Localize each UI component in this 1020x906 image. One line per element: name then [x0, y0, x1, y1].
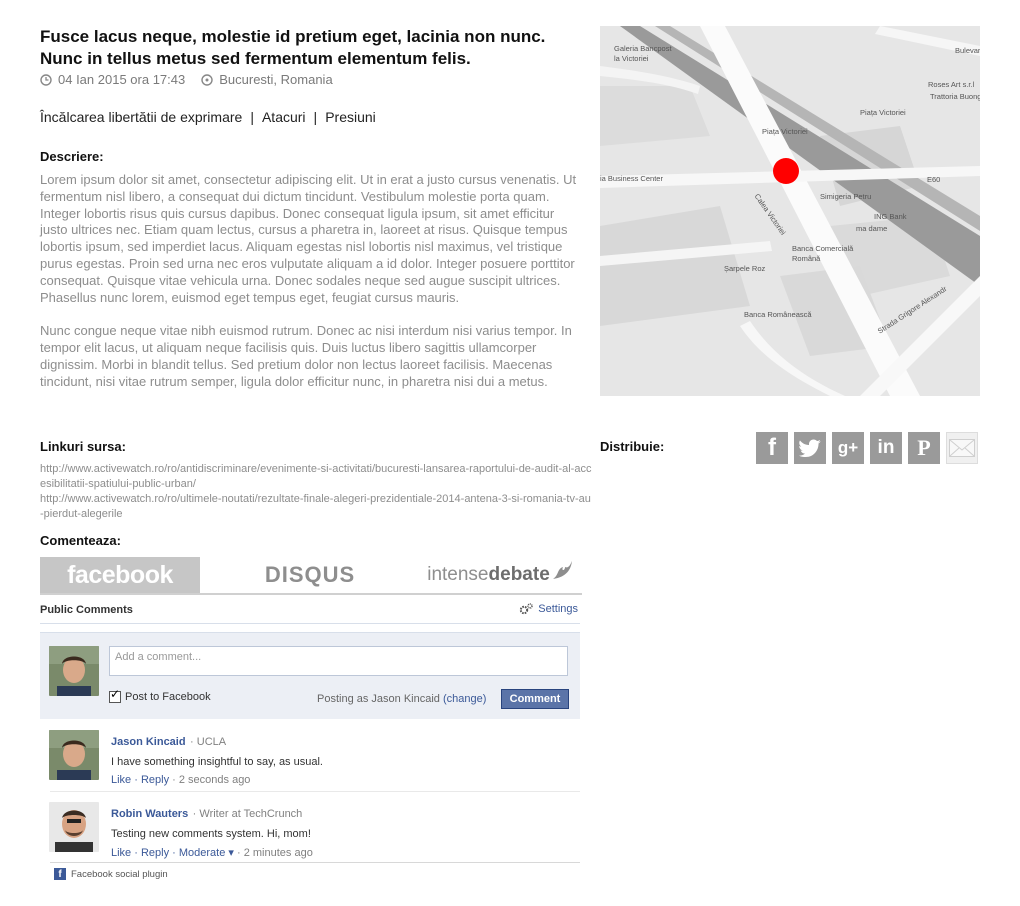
map-label: Bulevar — [955, 46, 980, 55]
tab-intensedebate[interactable]: intense debate — [415, 557, 585, 593]
settings-label: Settings — [538, 603, 578, 615]
tab-facebook[interactable]: facebook — [40, 557, 200, 593]
google-plus-icon[interactable]: g+ — [832, 432, 864, 464]
map-label: Piața Victoriei — [860, 108, 906, 117]
share-buttons: f g+ in P — [756, 432, 984, 464]
description-body: Lorem ipsum dolor sit amet, consectetur … — [40, 172, 585, 408]
comment-input[interactable]: Add a comment... — [109, 646, 568, 676]
article-location: Bucuresti, Romania — [219, 72, 333, 87]
like-link[interactable]: Like — [111, 847, 131, 859]
linkedin-icon[interactable]: in — [870, 432, 902, 464]
comment-composer: Add a comment... Post to Facebook Postin… — [40, 632, 580, 719]
map-roads — [600, 26, 980, 396]
location-icon — [201, 73, 213, 86]
debate-label: debate — [488, 564, 550, 585]
map-label: la Victoriei — [614, 54, 649, 63]
tag-link[interactable]: Atacuri — [262, 109, 306, 125]
posting-as: Posting as Jason Kincaid (change) — [317, 693, 486, 705]
article-date: 04 Ian 2015 ora 17:43 — [58, 72, 186, 87]
comment-heading: Comenteaza: — [40, 533, 121, 548]
map-label: ia Business Center — [600, 174, 663, 183]
flame-icon — [552, 561, 572, 579]
comment-time: · 2 seconds ago — [172, 774, 251, 786]
post-to-facebook-checkbox[interactable]: Post to Facebook — [109, 687, 211, 703]
facebook-icon: f — [54, 868, 66, 880]
reply-link[interactable]: Reply — [141, 847, 169, 859]
map-label: Piața Victoriei — [762, 127, 808, 136]
map-label: ING Bank — [874, 212, 907, 221]
reply-link[interactable]: Reply — [141, 774, 169, 786]
pinterest-icon[interactable]: P — [908, 432, 940, 464]
moderate-dropdown[interactable]: Moderate ▾ — [179, 847, 234, 859]
twitter-icon[interactable] — [794, 432, 826, 464]
clock-icon — [40, 73, 52, 86]
map[interactable]: Galeria Bancpost la Victoriei Bulevar Ro… — [600, 26, 980, 396]
share-label: Distribuie: — [600, 439, 665, 454]
checkbox-icon — [109, 687, 121, 703]
change-account-link[interactable]: (change) — [443, 693, 486, 705]
map-label: Română — [792, 254, 821, 263]
article-title: Fusce lacus neque, molestie id pretium e… — [40, 27, 546, 68]
like-link[interactable]: Like — [111, 774, 131, 786]
source-link[interactable]: http://www.activewatch.ro/ro/ultimele-no… — [40, 492, 592, 522]
map-label: Roses Art s.r.l — [928, 80, 975, 89]
comment-author[interactable]: Jason Kincaid — [111, 736, 186, 748]
comment-divider — [50, 791, 580, 792]
gear-icon — [520, 603, 533, 615]
comment-button[interactable]: Comment — [501, 689, 569, 709]
map-label: Banca Comercială — [792, 244, 854, 253]
links-heading: Linkuri sursa: — [40, 439, 126, 454]
map-label: Șarpele Roz — [724, 264, 766, 273]
comment-text: Testing new comments system. Hi, mom! — [111, 828, 311, 840]
tab-disqus[interactable]: DISQUS — [240, 557, 380, 593]
map-label: Trattoria Buongior — [930, 92, 980, 101]
comment-author[interactable]: Robin Wauters — [111, 808, 188, 820]
description-paragraph: Nunc congue neque vitae nibh euismod rut… — [40, 323, 572, 389]
map-label: Galeria Bancpost — [614, 44, 672, 53]
post-to-facebook-label: Post to Facebook — [125, 691, 211, 703]
avatar — [49, 646, 99, 696]
comment-tabs: facebook DISQUS intense debate — [40, 557, 582, 595]
description-heading: Descriere: — [40, 149, 104, 164]
settings-link[interactable]: Settings — [519, 603, 578, 615]
avatar — [49, 730, 99, 780]
intense-label: intense — [427, 564, 489, 585]
map-label: Banca Românească — [744, 310, 812, 319]
tag-list: Încălcarea libertătii de exprimare | Atacu… — [40, 109, 376, 125]
tag-link[interactable]: Presiuni — [325, 109, 376, 125]
source-link[interactable]: http://www.activewatch.ro/ro/antidiscrim… — [40, 462, 592, 492]
facebook-icon[interactable]: f — [756, 432, 788, 464]
avatar — [49, 802, 99, 852]
description-paragraph: Lorem ipsum dolor sit amet, consectetur … — [40, 172, 577, 305]
fb-comments-header: Public Comments Settings — [40, 601, 580, 624]
mail-icon[interactable] — [946, 432, 978, 464]
article-meta: 04 Ian 2015 ora 17:43 Bucuresti, Romania — [40, 72, 333, 87]
comment-affiliation: · Writer at TechCrunch — [192, 808, 303, 820]
footer-divider — [50, 862, 580, 863]
source-links: http://www.activewatch.ro/ro/antidiscrim… — [40, 462, 592, 522]
fb-social-plugin-footer: f Facebook social plugin — [54, 868, 168, 880]
footer-label: Facebook social plugin — [71, 868, 168, 880]
posting-as-label: Posting as Jason Kincaid — [317, 693, 440, 705]
map-label: Simigeria Petru — [820, 192, 872, 201]
public-comments-label: Public Comments — [40, 604, 133, 616]
comment-text: I have something insightful to say, as u… — [111, 756, 323, 768]
map-label: E60 — [927, 175, 941, 184]
comment-time: · 2 minutes ago — [237, 847, 313, 859]
comment-affiliation: · UCLA — [190, 736, 227, 748]
tag-link[interactable]: Încălcarea libertătii de exprimare — [40, 109, 242, 125]
map-label: ma dame — [856, 224, 888, 233]
